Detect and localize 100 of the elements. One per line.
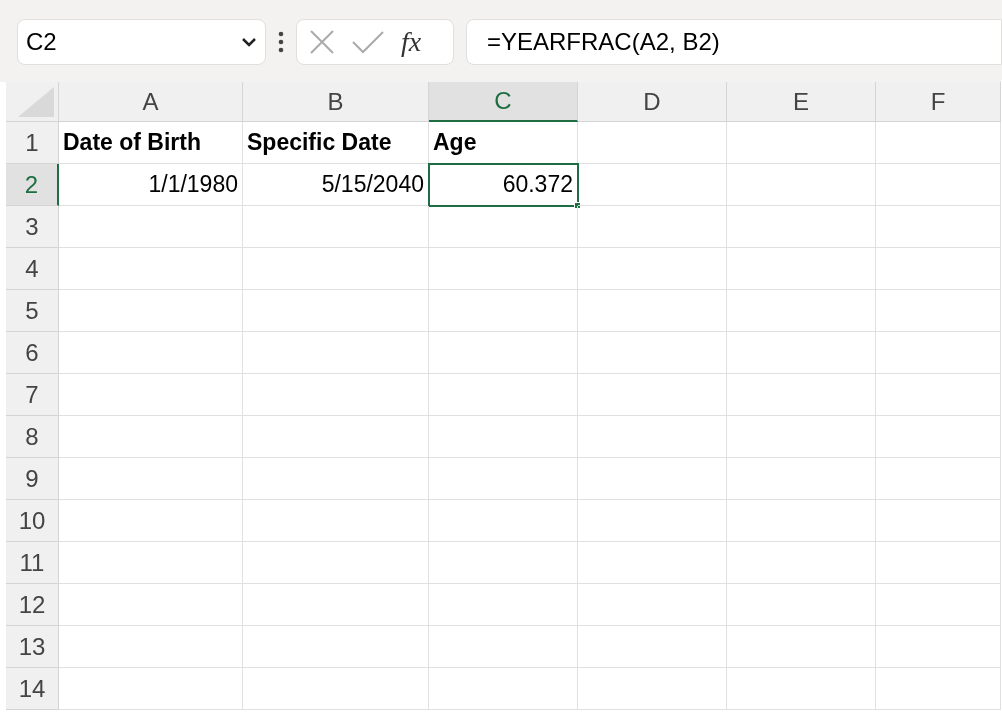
table-cell[interactable] [59, 206, 243, 248]
table-cell[interactable] [876, 584, 1001, 626]
table-cell[interactable] [727, 416, 876, 458]
table-cell[interactable] [876, 290, 1001, 332]
table-cell[interactable] [243, 542, 429, 584]
table-cell[interactable] [578, 626, 727, 668]
table-cell[interactable] [243, 584, 429, 626]
table-cell[interactable] [59, 332, 243, 374]
table-cell[interactable] [59, 668, 243, 710]
table-cell[interactable]: 60.372 [429, 164, 578, 206]
table-cell[interactable] [876, 374, 1001, 416]
row-header[interactable]: 13 [6, 626, 59, 668]
cancel-icon[interactable] [309, 29, 335, 55]
table-cell[interactable] [876, 458, 1001, 500]
table-cell[interactable] [578, 206, 727, 248]
column-header[interactable]: D [578, 82, 727, 122]
table-cell[interactable] [243, 248, 429, 290]
insert-function-button[interactable]: fx [401, 28, 422, 56]
table-cell[interactable] [429, 500, 578, 542]
table-cell[interactable] [243, 668, 429, 710]
table-cell[interactable] [59, 542, 243, 584]
table-cell[interactable] [727, 206, 876, 248]
table-cell[interactable] [876, 500, 1001, 542]
row-header[interactable]: 11 [6, 542, 59, 584]
table-cell[interactable] [727, 542, 876, 584]
table-cell[interactable]: Specific Date [243, 122, 429, 164]
table-cell[interactable] [243, 206, 429, 248]
table-cell[interactable] [59, 248, 243, 290]
table-cell[interactable] [243, 332, 429, 374]
row-header[interactable]: 3 [6, 206, 59, 248]
table-cell[interactable] [876, 626, 1001, 668]
column-header[interactable]: E [727, 82, 876, 122]
table-cell[interactable] [578, 458, 727, 500]
table-cell[interactable] [727, 584, 876, 626]
table-cell[interactable]: 5/15/2040 [243, 164, 429, 206]
select-all-corner[interactable] [6, 82, 59, 122]
name-box[interactable]: C2 [17, 19, 266, 65]
formula-bar[interactable]: =YEARFRAC(A2, B2) [466, 19, 1002, 65]
table-cell[interactable] [876, 206, 1001, 248]
column-header[interactable]: A [59, 82, 243, 122]
table-cell[interactable] [876, 164, 1001, 206]
table-cell[interactable] [578, 542, 727, 584]
table-cell[interactable]: Date of Birth [59, 122, 243, 164]
table-cell[interactable] [876, 416, 1001, 458]
table-cell[interactable] [429, 374, 578, 416]
table-cell[interactable] [578, 290, 727, 332]
column-header[interactable]: C [429, 82, 578, 122]
table-cell[interactable] [578, 164, 727, 206]
table-cell[interactable] [243, 626, 429, 668]
table-cell[interactable] [876, 248, 1001, 290]
table-cell[interactable] [578, 416, 727, 458]
table-cell[interactable] [429, 542, 578, 584]
table-cell[interactable] [429, 332, 578, 374]
table-cell[interactable] [578, 374, 727, 416]
check-icon[interactable] [351, 30, 385, 54]
table-cell[interactable] [429, 416, 578, 458]
table-cell[interactable] [243, 290, 429, 332]
table-cell[interactable] [59, 458, 243, 500]
table-cell[interactable] [243, 500, 429, 542]
row-header[interactable]: 2 [6, 164, 59, 206]
table-cell[interactable] [429, 668, 578, 710]
table-cell[interactable] [578, 248, 727, 290]
table-cell[interactable] [59, 416, 243, 458]
table-cell[interactable] [59, 374, 243, 416]
table-cell[interactable] [578, 668, 727, 710]
table-cell[interactable] [727, 290, 876, 332]
table-cell[interactable] [429, 248, 578, 290]
table-cell[interactable] [243, 458, 429, 500]
table-cell[interactable] [578, 584, 727, 626]
table-cell[interactable] [578, 122, 727, 164]
row-header[interactable]: 9 [6, 458, 59, 500]
table-cell[interactable] [727, 626, 876, 668]
table-cell[interactable] [727, 458, 876, 500]
table-cell[interactable] [876, 668, 1001, 710]
more-options-icon[interactable] [278, 31, 284, 53]
table-cell[interactable] [727, 500, 876, 542]
table-cell[interactable] [876, 332, 1001, 374]
table-cell[interactable] [727, 668, 876, 710]
table-cell[interactable] [727, 332, 876, 374]
row-header[interactable]: 4 [6, 248, 59, 290]
table-cell[interactable] [59, 584, 243, 626]
column-header[interactable]: B [243, 82, 429, 122]
table-cell[interactable] [429, 626, 578, 668]
table-cell[interactable]: 1/1/1980 [59, 164, 243, 206]
table-cell[interactable] [243, 416, 429, 458]
row-header[interactable]: 7 [6, 374, 59, 416]
table-cell[interactable] [727, 248, 876, 290]
row-header[interactable]: 10 [6, 500, 59, 542]
row-header[interactable]: 12 [6, 584, 59, 626]
table-cell[interactable] [429, 290, 578, 332]
table-cell[interactable] [59, 290, 243, 332]
table-cell[interactable] [727, 122, 876, 164]
row-header[interactable]: 6 [6, 332, 59, 374]
table-cell[interactable] [727, 164, 876, 206]
table-cell[interactable] [429, 584, 578, 626]
table-cell[interactable] [876, 542, 1001, 584]
table-cell[interactable] [876, 122, 1001, 164]
table-cell[interactable] [429, 458, 578, 500]
table-cell[interactable] [59, 626, 243, 668]
table-cell[interactable] [243, 374, 429, 416]
